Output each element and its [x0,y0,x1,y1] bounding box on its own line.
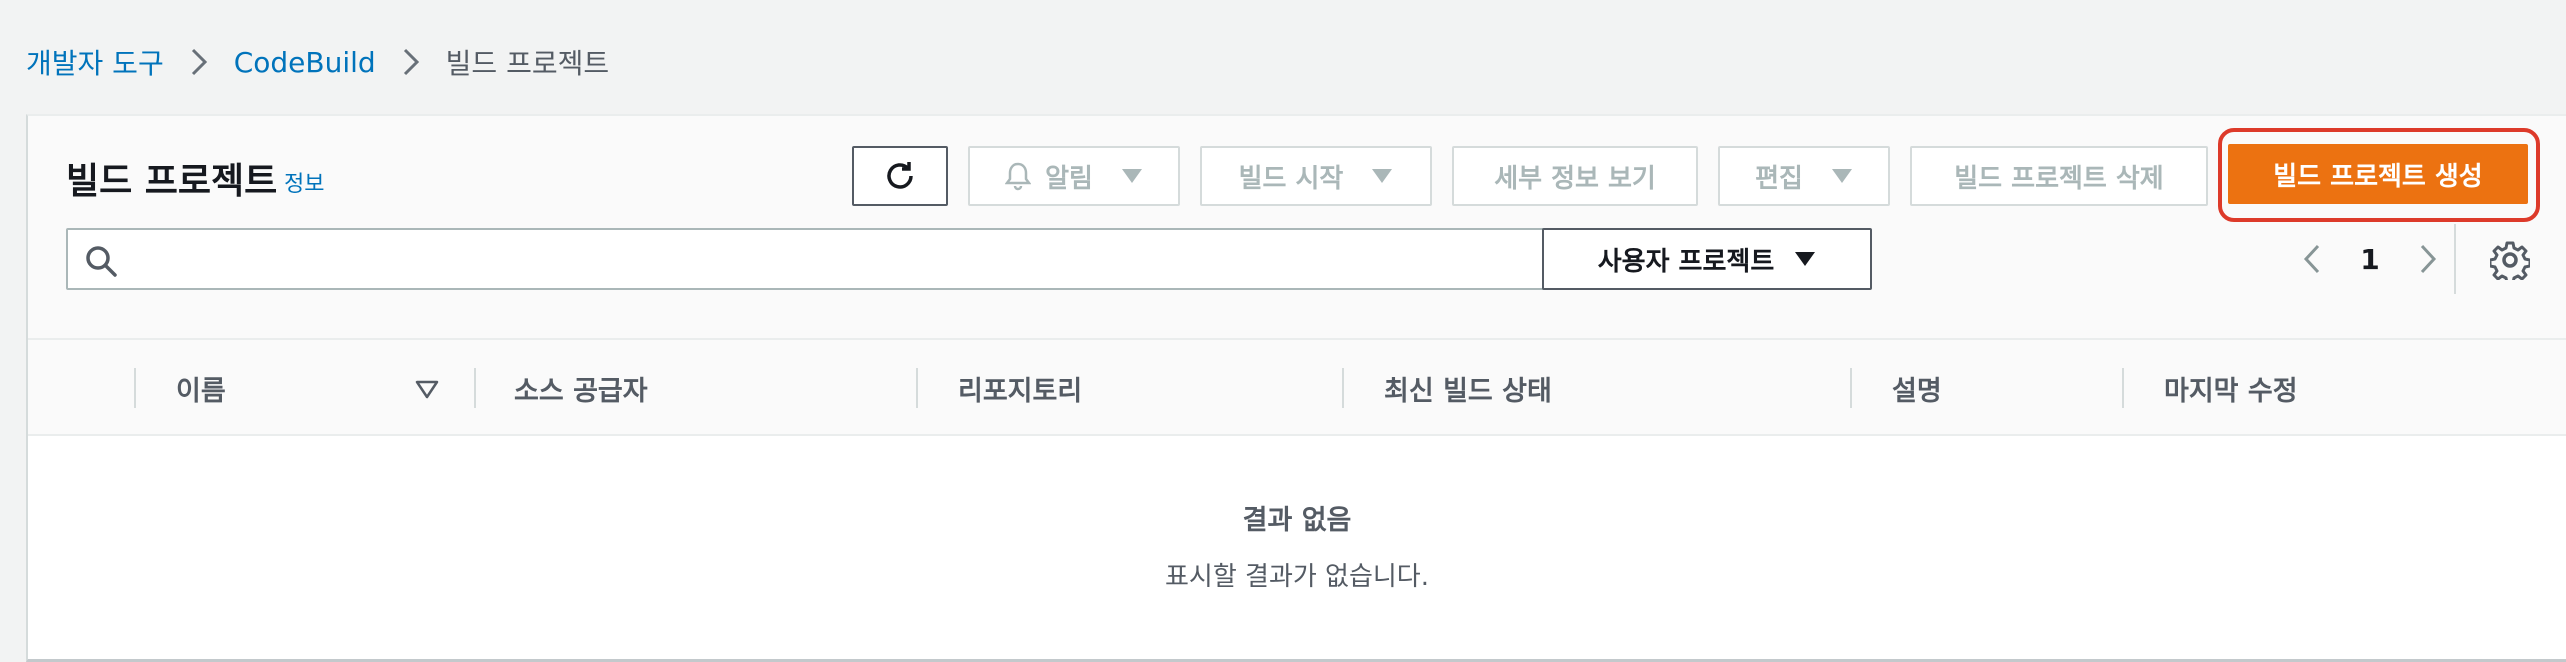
notify-button[interactable]: 알림 [968,146,1180,206]
breadcrumb-developer-tools[interactable]: 개발자 도구 [26,42,164,82]
create-build-project-button[interactable]: 빌드 프로젝트 생성 [2228,144,2528,204]
notify-label: 알림 [1045,163,1093,194]
column-divider [134,368,136,408]
chevron-right-icon [164,42,234,82]
table-header: 이름 소스 공급자 리포지토리 최신 빌드 상태 설명 마지막 수정 [28,340,2566,436]
view-details-label: 세부 정보 보기 [1494,163,1656,194]
chevron-right-icon [2420,244,2437,274]
delete-label: 빌드 프로젝트 삭제 [1954,163,2164,194]
empty-state-title: 결과 없음 [1242,505,1352,536]
edit-button[interactable]: 편집 [1718,146,1890,206]
start-build-label: 빌드 시작 [1238,163,1344,194]
info-link[interactable]: 정보 [284,166,324,198]
edit-label: 편집 [1755,163,1803,194]
caret-down-icon [1794,251,1816,267]
column-header-latest-build-status[interactable]: 최신 빌드 상태 [1384,340,1552,436]
refresh-button[interactable] [852,146,948,206]
chevron-right-icon [376,42,446,82]
project-filter-value: 사용자 프로젝트 [1597,246,1775,277]
column-divider [1342,368,1344,408]
divider [2454,224,2456,294]
breadcrumb-codebuild[interactable]: CodeBuild [234,46,376,79]
empty-state-description: 표시할 결과가 없습니다. [1165,562,1429,592]
chevron-left-icon [2303,244,2320,274]
column-header-repository[interactable]: 리포지토리 [958,340,1082,436]
project-filter-select[interactable]: 사용자 프로젝트 [1542,228,1872,290]
caret-down-icon [1121,168,1143,184]
column-divider [2122,368,2124,408]
column-header-last-modified[interactable]: 마지막 수정 [2164,340,2298,436]
view-details-button[interactable]: 세부 정보 보기 [1452,146,1698,206]
search-icon [84,244,118,278]
gear-icon [2488,241,2532,285]
breadcrumb: 개발자 도구 CodeBuild 빌드 프로젝트 [26,42,609,82]
bell-icon [1005,161,1032,191]
search-input[interactable] [136,236,1576,282]
settings-button[interactable] [2488,240,2532,285]
start-build-button[interactable]: 빌드 시작 [1200,146,1432,206]
refresh-icon [883,159,917,193]
caret-down-icon [1831,168,1853,184]
column-header-name[interactable]: 이름 [176,340,226,436]
next-page-button[interactable] [2400,231,2456,287]
current-page-number[interactable]: 1 [2340,243,2400,276]
page-title: 빌드 프로젝트 [66,161,278,202]
pagination: 1 [2284,228,2456,290]
column-divider [916,368,918,408]
previous-page-button[interactable] [2284,231,2340,287]
create-label: 빌드 프로젝트 생성 [2273,161,2483,192]
delete-build-project-button[interactable]: 빌드 프로젝트 삭제 [1910,146,2208,206]
build-projects-panel: 빌드 프로젝트 정보 알림 빌드 시작 세부 정보 보기 편집 빌드 프로젝트 … [26,114,2566,662]
column-header-source-provider[interactable]: 소스 공급자 [514,340,648,436]
column-divider [1850,368,1852,408]
caret-down-icon [1371,168,1393,184]
breadcrumb-build-projects: 빌드 프로젝트 [445,47,610,80]
search-box[interactable] [66,228,1588,290]
column-divider [474,368,476,408]
sort-descending-icon[interactable] [414,376,440,402]
column-header-description[interactable]: 설명 [1892,340,1942,436]
